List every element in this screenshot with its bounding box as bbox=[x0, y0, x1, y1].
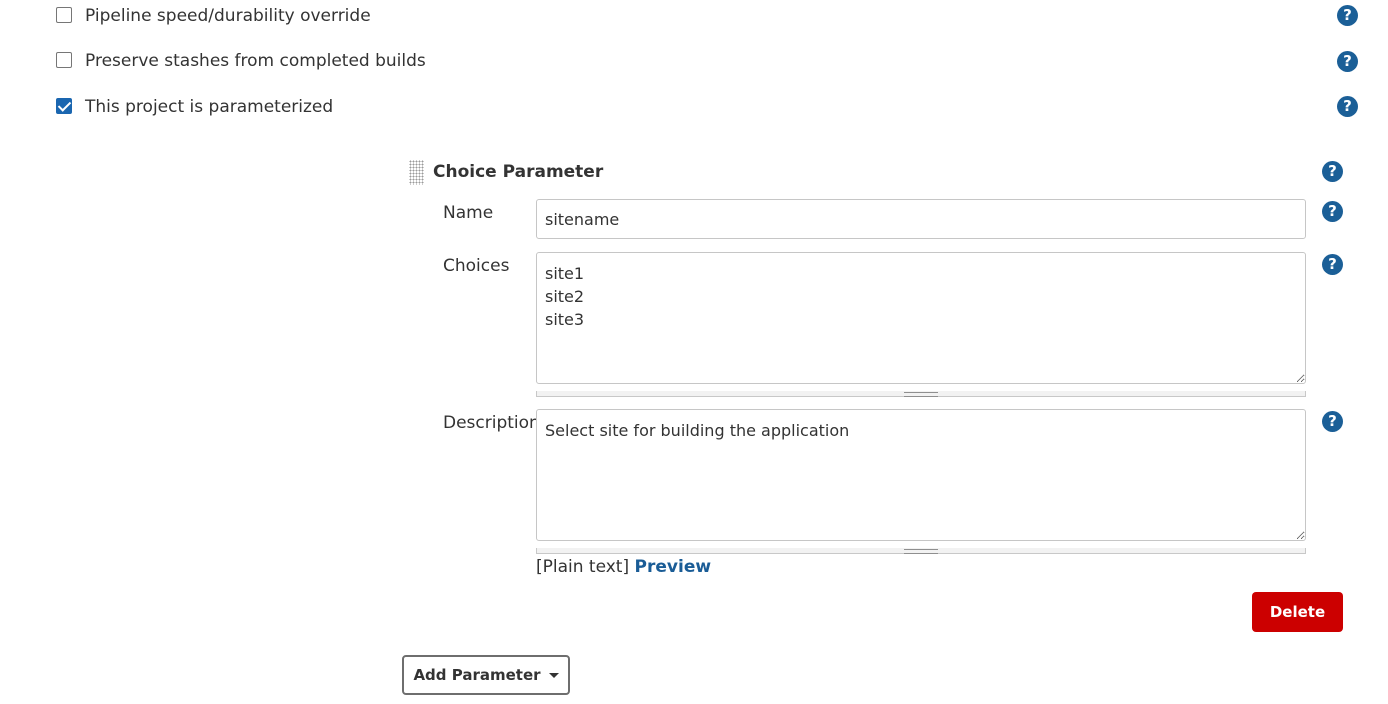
parameterized-checkbox[interactable] bbox=[56, 98, 72, 114]
choices-textarea[interactable]: site1 site2 site3 bbox=[536, 252, 1306, 384]
description-help-icon[interactable]: ? bbox=[1322, 411, 1343, 432]
pipeline-speed-help-icon[interactable]: ? bbox=[1337, 5, 1358, 26]
description-resize-handle[interactable] bbox=[536, 548, 1306, 554]
pipeline-speed-checkbox[interactable] bbox=[56, 7, 72, 23]
drag-handle[interactable] bbox=[409, 160, 424, 185]
caret-down-icon bbox=[548, 673, 559, 678]
preview-link[interactable]: Preview bbox=[635, 557, 712, 577]
name-input[interactable] bbox=[536, 199, 1306, 239]
add-parameter-button[interactable]: Add Parameter bbox=[402, 655, 570, 695]
preserve-stashes-help-icon[interactable]: ? bbox=[1337, 51, 1358, 72]
choices-resize-handle[interactable] bbox=[536, 391, 1306, 397]
description-textarea[interactable]: Select site for building the application bbox=[536, 409, 1306, 541]
add-parameter-label: Add Parameter bbox=[413, 666, 541, 684]
choice-parameter-help-icon[interactable]: ? bbox=[1322, 161, 1343, 182]
delete-button[interactable]: Delete bbox=[1252, 592, 1343, 632]
parameterized-help-icon[interactable]: ? bbox=[1337, 96, 1358, 117]
choices-help-icon[interactable]: ? bbox=[1322, 254, 1343, 275]
choices-label: Choices bbox=[443, 256, 510, 276]
preserve-stashes-checkbox[interactable] bbox=[56, 52, 72, 68]
plain-text-label: [Plain text] bbox=[536, 557, 630, 577]
preserve-stashes-label: Preserve stashes from completed builds bbox=[85, 51, 426, 71]
section-title: Choice Parameter bbox=[433, 162, 604, 182]
name-help-icon[interactable]: ? bbox=[1322, 201, 1343, 222]
name-label: Name bbox=[443, 203, 494, 223]
parameterized-label: This project is parameterized bbox=[85, 97, 334, 117]
description-label: Description bbox=[443, 413, 540, 433]
pipeline-speed-label: Pipeline speed/durability override bbox=[85, 6, 371, 26]
format-line: [Plain text] Preview bbox=[536, 557, 711, 577]
